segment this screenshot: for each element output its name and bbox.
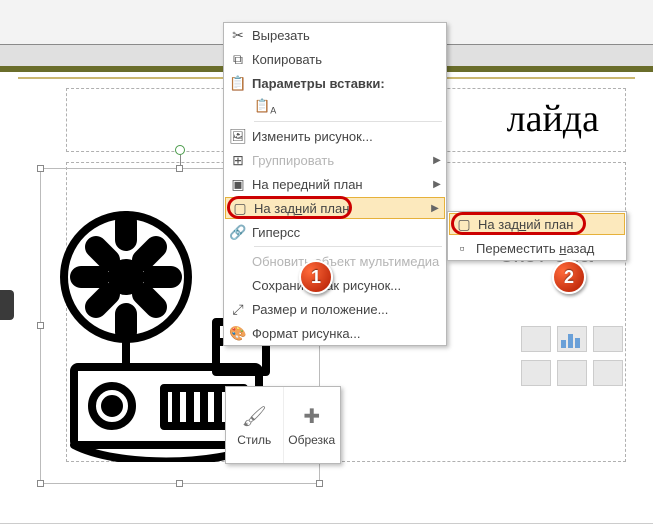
insert-video-icon[interactable]: [593, 360, 623, 386]
menu-update-media: Обновить объект мультимедиа: [224, 249, 446, 273]
menu-label: Обновить объект мультимедиа: [252, 254, 446, 269]
rotate-handle[interactable]: [175, 145, 185, 155]
menu-label: Сохранить как рисунок...: [252, 278, 446, 293]
group-icon: ⊞: [224, 152, 252, 169]
title-text: лайда: [507, 97, 599, 141]
badge-number: 2: [554, 262, 584, 292]
menu-format-picture[interactable]: 🎨 Формат рисунка...: [224, 321, 446, 345]
mini-crop-button[interactable]: ✚ Обрезка: [284, 387, 341, 463]
send-backward-icon: ▫: [448, 240, 476, 256]
insert-smartart-icon[interactable]: [593, 326, 623, 352]
submenu-send-to-back[interactable]: ▢ На задний план: [449, 213, 625, 235]
menu-send-to-back[interactable]: ▢ На задний план ▶: [225, 197, 445, 219]
resize-handle[interactable]: [316, 480, 323, 487]
resize-handle[interactable]: [176, 480, 183, 487]
menu-label: Размер и положение...: [252, 302, 446, 317]
submenu-arrow-icon: ▶: [428, 155, 446, 166]
placeholder-insert-icons-row2: [521, 360, 623, 386]
copy-icon: ⧉: [224, 51, 252, 68]
menu-paste-option[interactable]: 📋A: [224, 95, 446, 119]
resize-handle[interactable]: [176, 165, 183, 172]
menu-label: Копировать: [252, 52, 446, 67]
mini-toolbar: 🖌 Стиль ✚ Обрезка: [225, 386, 341, 464]
mini-label: Обрезка: [288, 433, 335, 447]
cut-icon: ✂: [224, 27, 252, 44]
insert-chart-icon[interactable]: [557, 326, 587, 352]
mini-label: Стиль: [237, 433, 271, 447]
menu-hyperlink[interactable]: 🔗 Гиперсс: [224, 220, 446, 244]
resize-handle[interactable]: [37, 322, 44, 329]
context-menu: ✂ Вырезать ⧉ Копировать 📋 Параметры вста…: [223, 22, 447, 346]
menu-label: На передний план: [252, 177, 428, 192]
menu-separator: [254, 246, 442, 247]
change-picture-icon: 🖼: [224, 128, 252, 145]
insert-picture-icon[interactable]: [521, 360, 551, 386]
menu-label: На задний план: [254, 201, 426, 216]
annotation-badge-2: 2: [552, 260, 586, 294]
resize-handle[interactable]: [37, 480, 44, 487]
menu-label: На задний план: [478, 217, 624, 232]
menu-label: Изменить рисунок...: [252, 129, 446, 144]
placeholder-insert-icons-row1: [521, 326, 623, 352]
submenu-arrow-icon: ▶: [426, 203, 444, 214]
bring-front-icon: ▣: [224, 176, 252, 193]
submenu-send-backward[interactable]: ▫ Переместить назад: [448, 236, 626, 260]
menu-size-position[interactable]: ⤢ Размер и положение...: [224, 297, 446, 321]
hyperlink-icon: 🔗: [224, 224, 252, 241]
submenu-arrow-icon: ▶: [428, 179, 446, 190]
menu-change-picture[interactable]: 🖼 Изменить рисунок...: [224, 124, 446, 148]
resize-handle[interactable]: [37, 165, 44, 172]
menu-label: Формат рисунка...: [252, 326, 446, 341]
insert-online-picture-icon[interactable]: [557, 360, 587, 386]
style-icon: 🖌: [242, 404, 267, 429]
menu-label: Гиперсс: [252, 225, 446, 240]
annotation-badge-1: 1: [299, 260, 333, 294]
insert-table-icon[interactable]: [521, 326, 551, 352]
menu-group: ⊞ Группировать ▶: [224, 148, 446, 172]
menu-paste-options-header: 📋 Параметры вставки:: [224, 71, 446, 95]
menu-label: Группировать: [252, 153, 428, 168]
paste-picture-icon: 📋A: [252, 98, 446, 116]
size-position-icon: ⤢: [224, 301, 252, 318]
badge-number: 1: [301, 262, 331, 292]
menu-copy[interactable]: ⧉ Копировать: [224, 47, 446, 71]
paste-icon: 📋: [224, 75, 252, 92]
format-picture-icon: 🎨: [224, 325, 252, 342]
menu-save-as-picture[interactable]: Сохранить как рисунок...: [224, 273, 446, 297]
send-back-icon: ▢: [450, 216, 478, 233]
menu-cut[interactable]: ✂ Вырезать: [224, 23, 446, 47]
menu-bring-to-front[interactable]: ▣ На передний план ▶: [224, 172, 446, 196]
send-to-back-submenu: ▢ На задний план ▫ Переместить назад: [447, 211, 627, 261]
side-tab[interactable]: [0, 290, 14, 320]
menu-label: Параметры вставки:: [252, 76, 446, 91]
menu-label: Переместить назад: [476, 241, 626, 256]
menu-separator: [254, 121, 442, 122]
mini-style-button[interactable]: 🖌 Стиль: [226, 387, 284, 463]
send-back-icon: ▢: [226, 200, 254, 217]
crop-icon: ✚: [303, 404, 320, 429]
menu-label: Вырезать: [252, 28, 446, 43]
